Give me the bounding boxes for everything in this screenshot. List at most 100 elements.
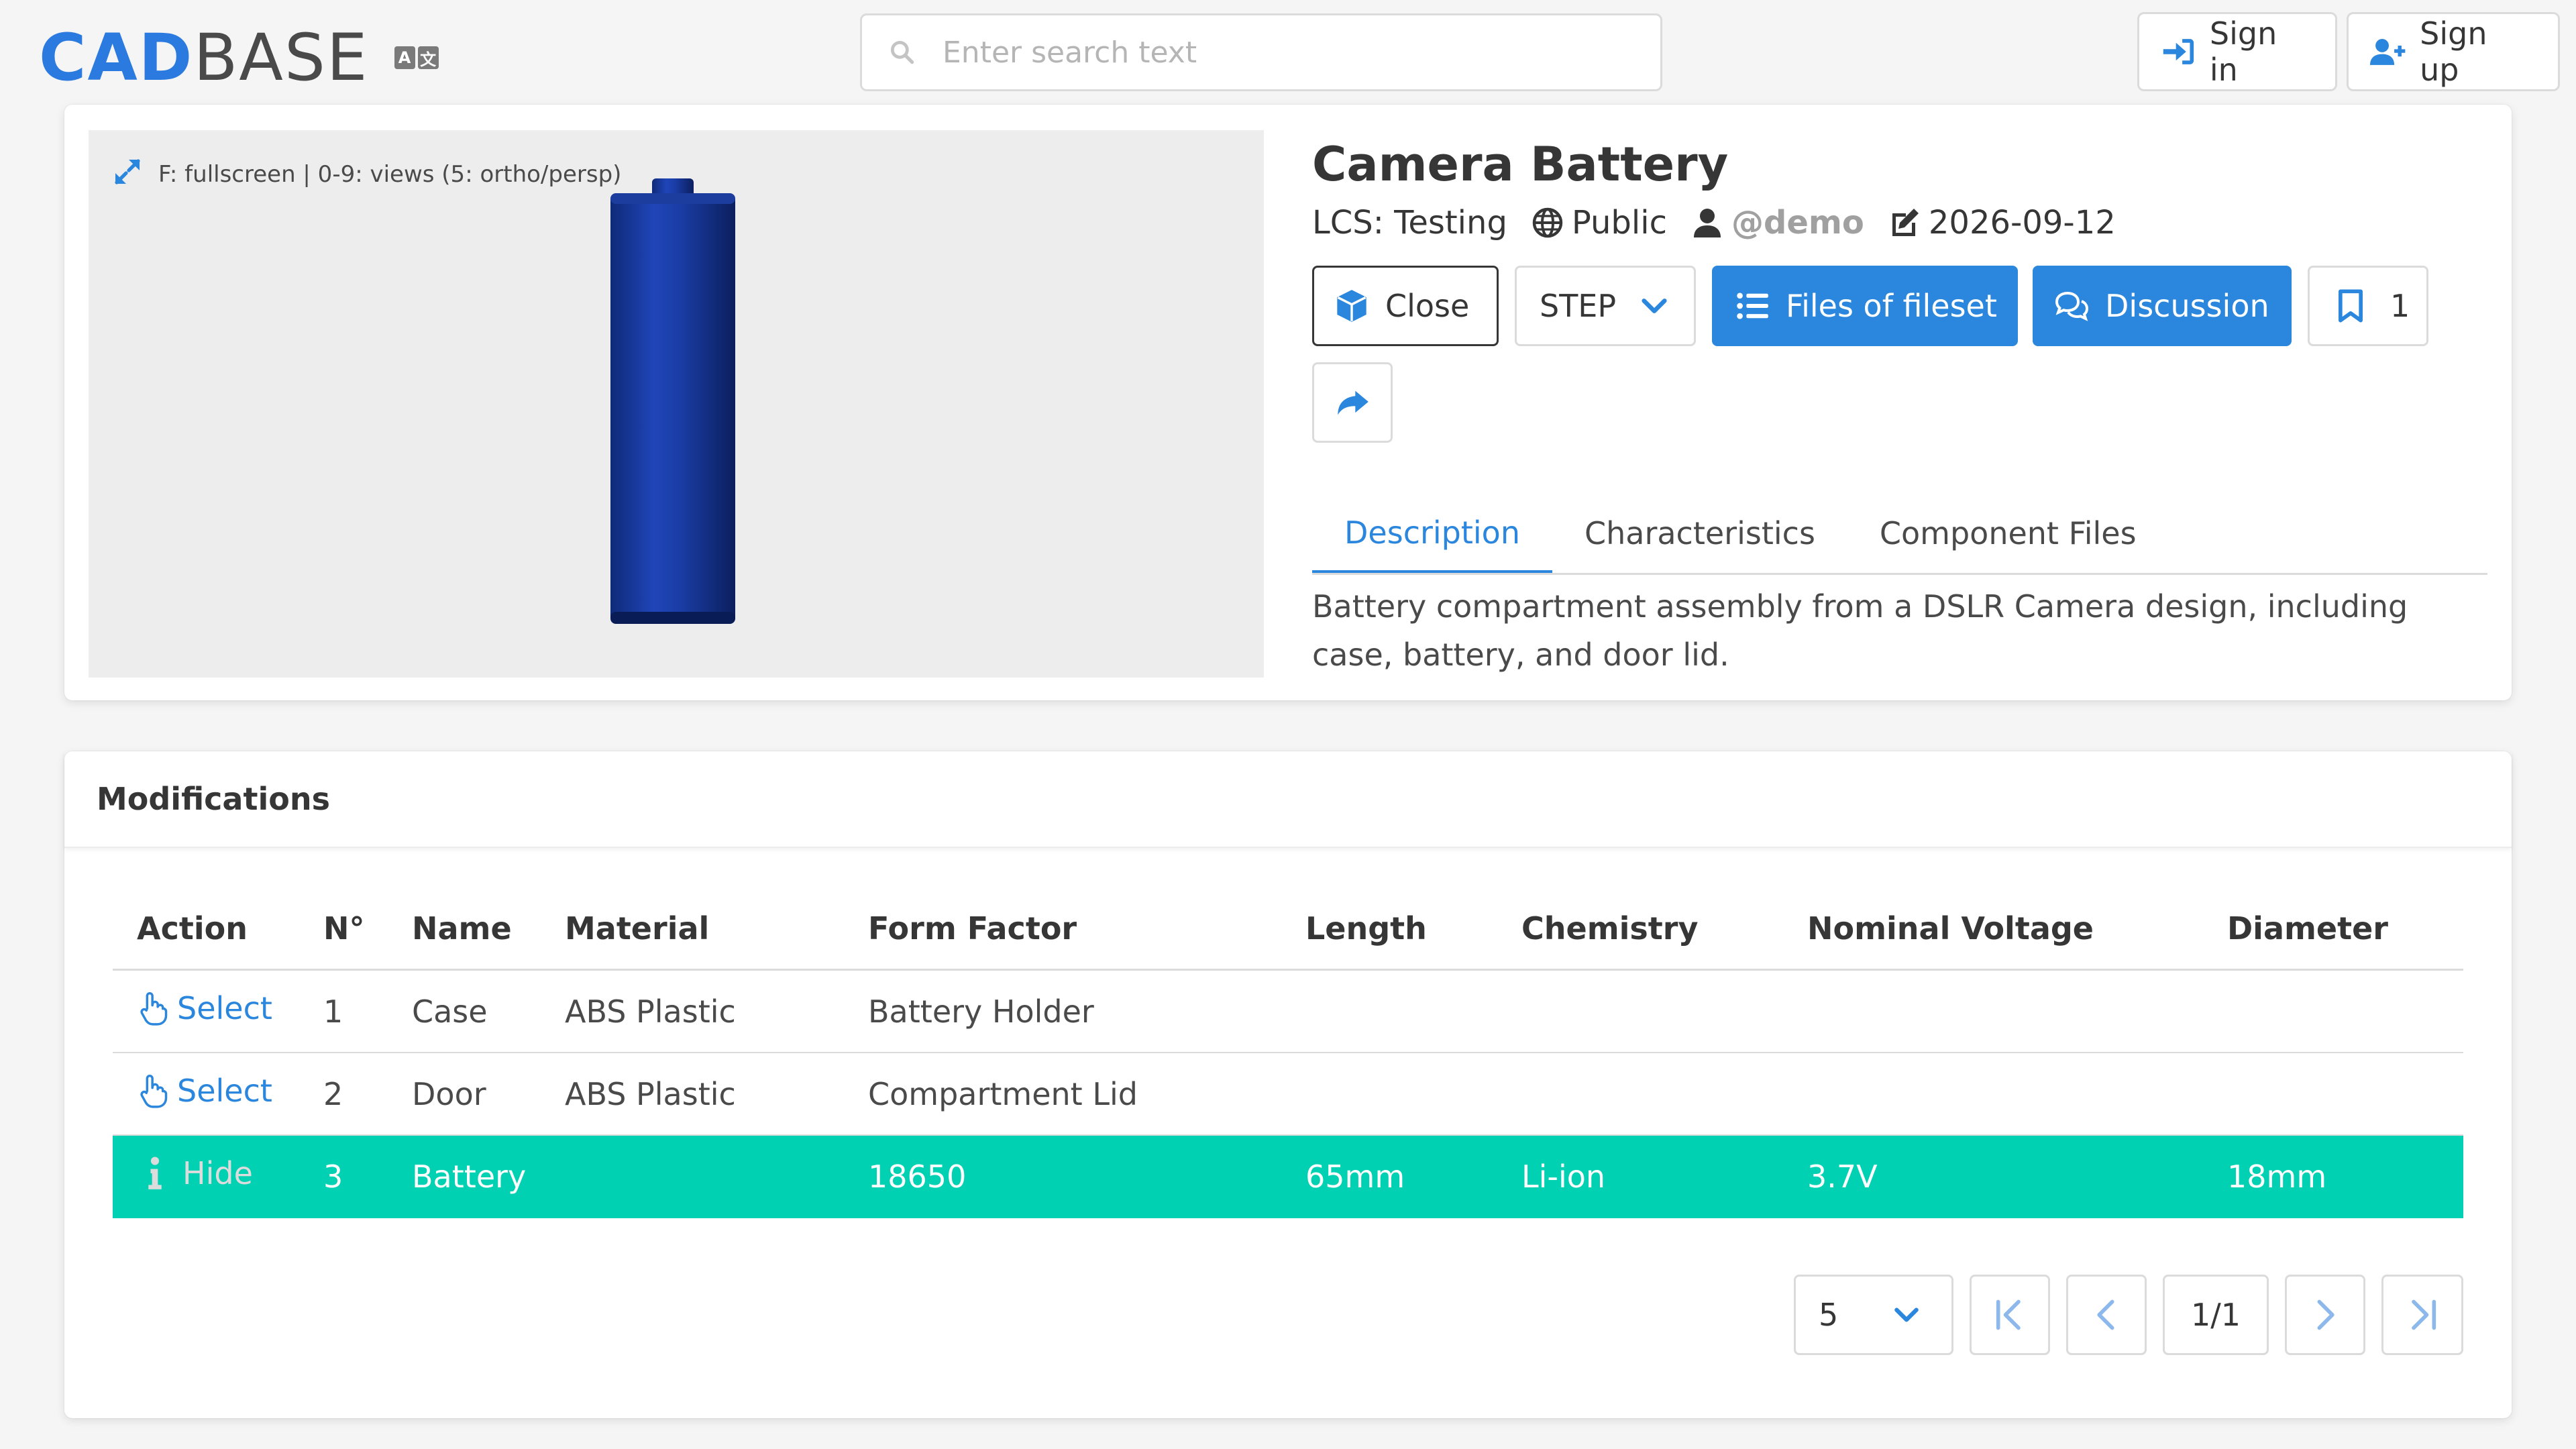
page-indicator: 1/1 [2163,1275,2269,1355]
product-tabs: Description Characteristics Component Fi… [1312,495,2487,575]
table-row[interactable]: Select 1 Case ABS Plastic Battery Holder [113,969,2463,1053]
share-icon [1338,390,1368,415]
cell-name: Case [388,969,541,1053]
cell-form-factor: 18650 [844,1135,1281,1218]
chevron-down-icon [1894,1307,1919,1322]
search-icon [890,40,914,64]
author-link[interactable]: @demo [1731,204,1864,241]
cell-diameter: 18mm [2203,1135,2463,1218]
table-row[interactable]: Select 2 Door ABS Plastic Compartment Li… [113,1053,2463,1136]
chevron-left-icon [2097,1299,2114,1330]
select-action[interactable]: Select [137,990,272,1026]
modifications-table: Action N° Name Material Form Factor Leng… [113,888,2463,1218]
cell-name: Door [388,1053,541,1136]
visibility-label: Public [1571,204,1667,241]
cell-voltage: 3.7V [1783,1135,2203,1218]
page-size-select[interactable]: 5 [1794,1275,1953,1355]
column-header[interactable]: N° [299,888,388,971]
table-row-selected[interactable]: Hide 3 Battery 18650 65mm Li-ion 3.7V 18… [113,1135,2463,1218]
column-header[interactable]: Chemistry [1497,888,1783,971]
modified-date: 2026-09-12 [1928,204,2116,241]
search-input[interactable] [941,34,1615,70]
last-page-button[interactable] [2381,1275,2463,1355]
bookmark-icon [2339,289,2363,323]
files-of-fileset-button[interactable]: Files of fileset [1712,266,2018,346]
product-title: Camera Battery [1312,137,1729,192]
select-action[interactable]: Select [137,1073,272,1109]
close-label: Close [1385,288,1470,324]
hide-action[interactable]: Hide [137,1155,253,1191]
modifications-header: Modifications [64,751,2512,848]
tab-characteristics[interactable]: Characteristics [1552,495,1847,571]
format-select[interactable]: STEP [1515,266,1696,346]
previous-page-button[interactable] [2066,1275,2147,1355]
chevron-right-icon [2317,1299,2334,1330]
viewer-hint: F: fullscreen | 0-9: views (5: ortho/per… [158,161,622,188]
cell-length: 65mm [1281,1135,1497,1218]
hand-pointer-icon [140,991,168,1026]
column-header[interactable]: Form Factor [844,888,1281,971]
column-header[interactable]: Action [113,888,299,971]
share-button[interactable] [1312,362,1393,443]
close-button[interactable]: Close [1312,266,1499,346]
cube-icon [1337,290,1366,322]
cell-no: 2 [299,1053,388,1136]
table-header-row: Action N° Name Material Form Factor Leng… [113,888,2463,971]
lcs-status: LCS: Testing [1312,204,1507,241]
cell-length [1281,969,1497,1053]
sign-in-button[interactable]: Sign in [2137,12,2337,91]
cell-form-factor: Battery Holder [844,969,1281,1053]
hand-pointer-icon [140,1074,168,1108]
user-plus-icon [2370,39,2406,65]
page-indicator-text: 1/1 [2190,1297,2241,1333]
tab-component-files[interactable]: Component Files [1847,495,2169,571]
cell-no: 1 [299,969,388,1053]
action-label: Hide [182,1155,253,1191]
column-header[interactable]: Length [1281,888,1497,971]
translate-icon-right: 文 [417,46,439,69]
discussion-label: Discussion [2105,288,2269,324]
discussion-button[interactable]: Discussion [2033,266,2292,346]
sign-in-label: Sign in [2209,15,2277,88]
bookmark-count: 1 [2390,288,2410,324]
bookmark-button[interactable]: 1 [2308,266,2428,346]
cell-diameter [2203,969,2463,1053]
info-icon [148,1157,162,1189]
modifications-card: Modifications Action N° Name Material Fo… [64,751,2512,1418]
column-header[interactable]: Diameter [2203,888,2463,971]
logo-base: BASE [193,20,369,95]
cell-chemistry [1497,969,1783,1053]
battery-model[interactable] [610,178,735,624]
model-viewer[interactable]: F: fullscreen | 0-9: views (5: ortho/per… [89,130,1264,678]
sign-up-button[interactable]: Sign up [2347,12,2560,91]
expand-icon[interactable] [111,156,144,188]
user-icon [1693,209,1721,237]
files-label: Files of fileset [1786,288,1997,324]
globe-icon [1532,207,1563,238]
cell-voltage [1783,969,2203,1053]
description-text: Battery compartment assembly from a DSLR… [1312,588,2408,673]
logo[interactable]: CAD BASE A 文 [39,17,439,98]
column-header[interactable]: Name [388,888,541,971]
next-page-button[interactable] [2285,1275,2365,1355]
page-size-value: 5 [1819,1297,1839,1333]
first-page-icon [1996,1299,2021,1330]
search-box[interactable] [860,13,1662,91]
cell-chemistry [1497,1053,1783,1136]
product-card: F: fullscreen | 0-9: views (5: ortho/per… [64,105,2512,700]
sign-up-label: Sign up [2420,15,2487,88]
cell-diameter [2203,1053,2463,1136]
column-header[interactable]: Nominal Voltage [1783,888,2203,971]
last-page-icon [2412,1299,2436,1330]
cell-material: ABS Plastic [541,1053,844,1136]
translate-icon[interactable]: A 文 [394,46,439,69]
format-label: STEP [1540,288,1617,324]
first-page-button[interactable] [1970,1275,2050,1355]
column-header[interactable]: Material [541,888,844,971]
cell-material: ABS Plastic [541,969,844,1053]
tab-description[interactable]: Description [1312,495,1552,573]
action-label: Select [177,1072,272,1109]
modifications-title: Modifications [97,781,330,817]
logo-cad: CAD [39,20,194,95]
product-meta: LCS: Testing Public @demo 2026-09-12 [1312,204,2140,241]
